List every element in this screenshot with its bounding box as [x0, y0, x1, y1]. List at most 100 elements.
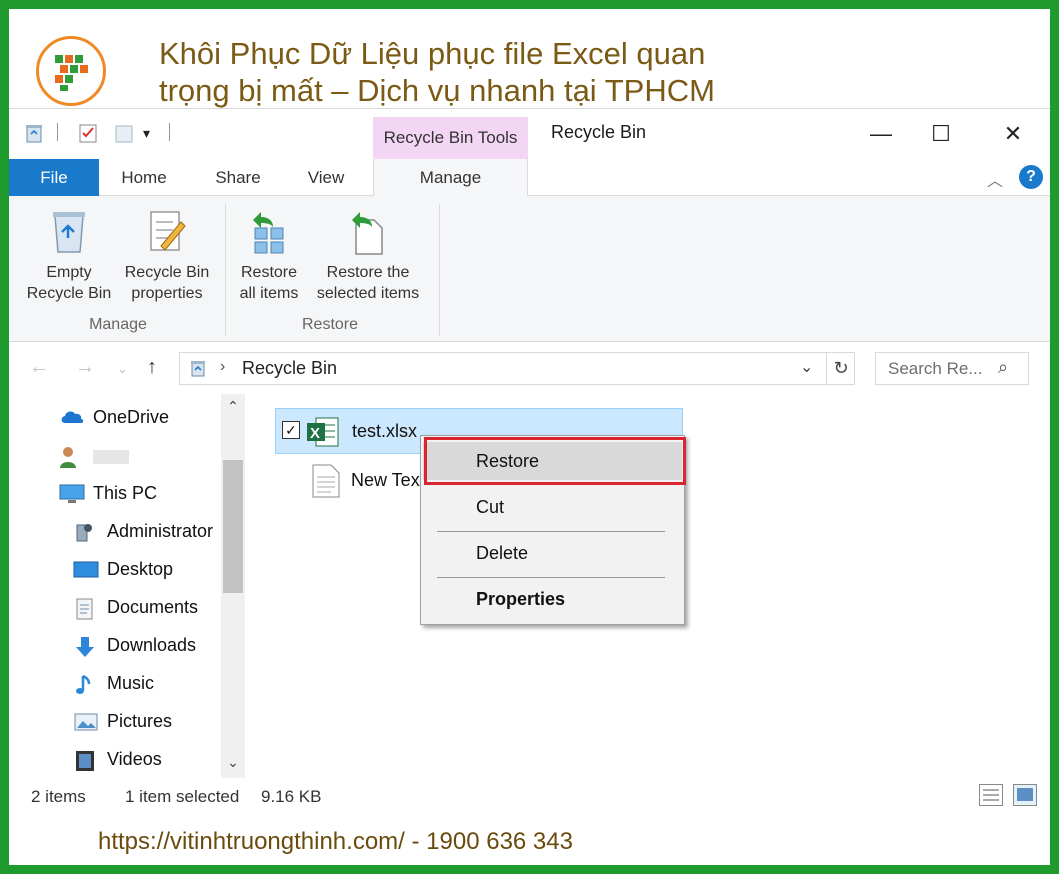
- qat-separator: [169, 123, 170, 141]
- details-view-icon[interactable]: [979, 784, 1003, 806]
- blurred-username: [93, 450, 129, 464]
- properties-check-icon[interactable]: [77, 122, 99, 144]
- nav-label: Documents: [107, 597, 199, 617]
- navigation-pane: OneDrive This PC Administrator Desktop D…: [9, 394, 245, 778]
- group-label-restore: Restore: [301, 316, 359, 333]
- music-icon: [73, 673, 97, 695]
- item-count: 2 items: [31, 787, 86, 806]
- recycle-bin-address-icon: [188, 358, 208, 383]
- menu-label: Delete: [476, 543, 529, 563]
- address-row: ← → ⌄ ↑ › Recycle Bin ⌄ ↻ Search Re... ⌕: [9, 342, 1050, 394]
- tab-home[interactable]: Home: [107, 159, 181, 196]
- restore-all-line1: Restore: [240, 264, 298, 281]
- menu-label: Cut: [476, 497, 505, 517]
- address-dropdown-icon[interactable]: ⌄: [800, 357, 813, 377]
- up-arrow-icon[interactable]: ↑: [147, 356, 157, 379]
- restore-all-line2: all items: [239, 285, 299, 302]
- menu-item-delete[interactable]: Delete: [423, 534, 682, 572]
- restore-all-icon: [247, 206, 291, 256]
- recycle-bin-small-icon[interactable]: [23, 122, 45, 144]
- admin-icon: [73, 521, 97, 543]
- videos-icon: [73, 749, 97, 771]
- menu-separator: [437, 531, 665, 532]
- banner-title: Khôi Phục Dữ Liệu phục file Excel quan t…: [159, 35, 919, 109]
- tab-file[interactable]: File: [9, 159, 99, 196]
- ribbon-panel: Empty Recycle Bin Recycle Bin properties…: [9, 196, 1050, 342]
- restore-highlight-box: [424, 437, 686, 485]
- breadcrumb[interactable]: Recycle Bin: [242, 358, 337, 379]
- help-icon[interactable]: ?: [1019, 165, 1043, 189]
- scroll-up-icon[interactable]: ⌃: [223, 398, 243, 415]
- refresh-icon[interactable]: ↻: [826, 353, 855, 384]
- large-icons-view-icon[interactable]: [1013, 784, 1037, 806]
- qat-dropdown-icon[interactable]: ▾: [143, 122, 165, 144]
- selection-size: 9.16 KB: [261, 787, 322, 806]
- search-box[interactable]: Search Re... ⌕: [875, 352, 1029, 385]
- nav-label: Pictures: [107, 711, 173, 731]
- selection-count: 1 item selected: [125, 787, 240, 806]
- group-label-manage: Manage: [89, 316, 147, 333]
- text-file-icon: [309, 463, 343, 499]
- recycle-bin-tools-label: Recycle Bin Tools: [373, 117, 528, 159]
- search-icon[interactable]: ⌕: [998, 357, 1008, 378]
- tab-manage[interactable]: Manage: [373, 159, 528, 197]
- tab-share[interactable]: Share: [201, 159, 275, 196]
- search-placeholder: Search Re...: [888, 359, 983, 378]
- back-arrow-icon[interactable]: ←: [29, 356, 49, 379]
- address-bar[interactable]: › Recycle Bin ⌄ ↻: [179, 352, 855, 385]
- group-separator: [225, 204, 226, 336]
- downloads-icon: [73, 635, 97, 657]
- banner-title-line2: trọng bị mất – Dịch vụ nhanh tại TPHCM: [159, 73, 715, 108]
- recent-dropdown-icon[interactable]: ⌄: [117, 361, 128, 377]
- minimize-button[interactable]: —: [851, 117, 911, 151]
- tab-view[interactable]: View: [291, 159, 361, 196]
- menu-item-cut[interactable]: Cut: [423, 488, 682, 526]
- recycle-bin-icon: [47, 206, 91, 256]
- banner-title-line1: Khôi Phục Dữ Liệu phục file Excel quan: [159, 36, 706, 71]
- recycle-bin-properties-button[interactable]: Recycle Bin properties: [117, 206, 217, 304]
- group-separator: [439, 204, 440, 336]
- nav-label: Videos: [107, 749, 162, 769]
- properties-line1: Recycle Bin: [124, 264, 210, 281]
- breadcrumb-chevron-icon: ›: [220, 358, 226, 375]
- pictures-icon: [73, 711, 98, 733]
- close-button[interactable]: ✕: [983, 117, 1043, 151]
- status-bar: 2 items 1 item selected 9.16 KB: [9, 778, 1050, 815]
- qat-separator: [57, 123, 58, 141]
- explorer-window: ▾ Recycle Bin Tools Recycle Bin — ☐ ✕ Fi…: [9, 108, 1050, 815]
- footer-contact: https://vitinhtruongthinh.com/ - 1900 63…: [98, 828, 573, 855]
- menu-item-properties[interactable]: Properties: [423, 580, 682, 618]
- nav-label: Administrator: [107, 521, 214, 541]
- scroll-down-icon[interactable]: ⌄: [223, 754, 243, 771]
- row-checkbox[interactable]: ✓: [282, 421, 300, 439]
- cloud-icon: [59, 407, 84, 429]
- restore-selected-button[interactable]: Restore the selected items: [309, 206, 427, 304]
- empty-recycle-bin-button[interactable]: Empty Recycle Bin: [19, 206, 119, 304]
- chevron-up-icon[interactable]: ︿: [987, 167, 1003, 191]
- forward-arrow-icon[interactable]: →: [75, 356, 95, 379]
- nav-label: OneDrive: [93, 407, 170, 427]
- menu-separator: [437, 577, 665, 578]
- restore-all-button[interactable]: Restore all items: [231, 206, 307, 304]
- logo-mosaic-icon: [55, 55, 88, 91]
- nav-label: This PC: [93, 483, 158, 503]
- window-title: Recycle Bin: [551, 122, 647, 142]
- svg-text:X: X: [310, 425, 320, 442]
- menu-label: Properties: [476, 589, 566, 609]
- excel-file-icon: X: [306, 414, 340, 450]
- restore-selected-icon: [346, 206, 390, 256]
- file-name: test.xlsx: [352, 421, 418, 441]
- maximize-button[interactable]: ☐: [911, 117, 971, 151]
- nav-label: Downloads: [107, 635, 197, 655]
- empty-rb-line2: Recycle Bin: [26, 285, 112, 302]
- nav-scrollbar-thumb[interactable]: [223, 460, 243, 593]
- restore-selected-line1: Restore the: [326, 264, 410, 281]
- ribbon-tabs: File Home Share View Manage ︿ ?: [9, 159, 1050, 197]
- properties-line2: properties: [131, 285, 203, 302]
- empty-rb-line1: Empty: [46, 264, 92, 281]
- title-bar: ▾ Recycle Bin Tools Recycle Bin — ☐ ✕: [9, 109, 1050, 159]
- new-folder-icon[interactable]: [113, 122, 135, 144]
- file-name: New Tex: [351, 470, 420, 490]
- nav-label: Desktop: [107, 559, 174, 579]
- desktop-icon: [73, 559, 99, 581]
